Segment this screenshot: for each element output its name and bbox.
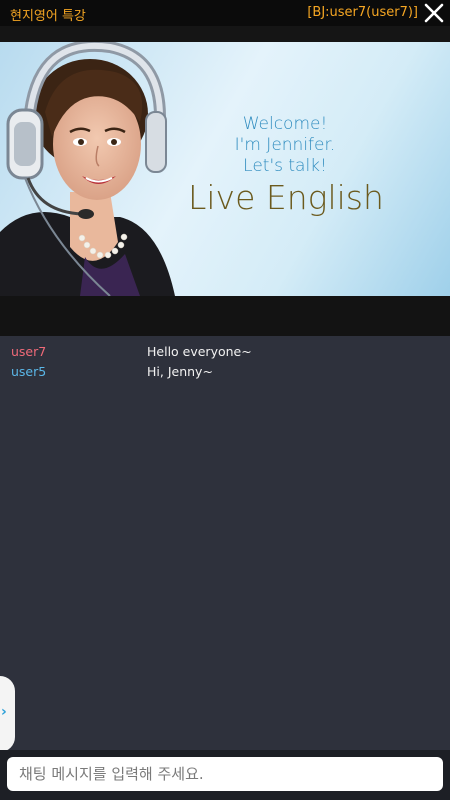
broadcaster-label: [BJ:user7(user7)] bbox=[307, 5, 418, 20]
chat-message: user5 Hi, Jenny~ bbox=[0, 364, 450, 384]
welcome-line: I'm Jennifer. bbox=[234, 135, 336, 155]
video-bottom-bar bbox=[0, 296, 450, 336]
chat-log[interactable]: user7 Hello everyone~ user5 Hi, Jenny~ bbox=[0, 336, 450, 750]
chat-message: user7 Hello everyone~ bbox=[0, 344, 450, 364]
chat-text: Hello everyone~ bbox=[147, 344, 252, 359]
app-root: 현지영어 특강 [BJ:user7(user7)] Welcome! I'm J… bbox=[0, 0, 450, 800]
welcome-line: Welcome! bbox=[242, 114, 328, 134]
top-bar: 현지영어 특강 [BJ:user7(user7)] bbox=[0, 0, 450, 26]
chat-username[interactable]: user7 bbox=[11, 344, 46, 359]
header-spacer bbox=[0, 26, 450, 42]
video-headline: Live English bbox=[188, 178, 384, 217]
close-icon bbox=[424, 3, 444, 23]
presenter-image bbox=[0, 42, 175, 296]
welcome-text: Welcome! I'm Jennifer. Let's talk! bbox=[190, 114, 380, 177]
welcome-line: Let's talk! bbox=[243, 156, 327, 176]
close-button[interactable] bbox=[422, 2, 446, 24]
chat-input-bar bbox=[0, 750, 450, 800]
chat-text: Hi, Jenny~ bbox=[147, 364, 213, 379]
broadcast-video[interactable]: Welcome! I'm Jennifer. Let's talk! Live … bbox=[0, 42, 450, 296]
room-title: 현지영어 특강 bbox=[10, 9, 86, 24]
chat-message-input[interactable] bbox=[7, 757, 443, 791]
side-panel-toggle[interactable]: › bbox=[0, 676, 15, 752]
chat-username[interactable]: user5 bbox=[11, 364, 46, 379]
chevron-right-icon: › bbox=[1, 704, 7, 720]
